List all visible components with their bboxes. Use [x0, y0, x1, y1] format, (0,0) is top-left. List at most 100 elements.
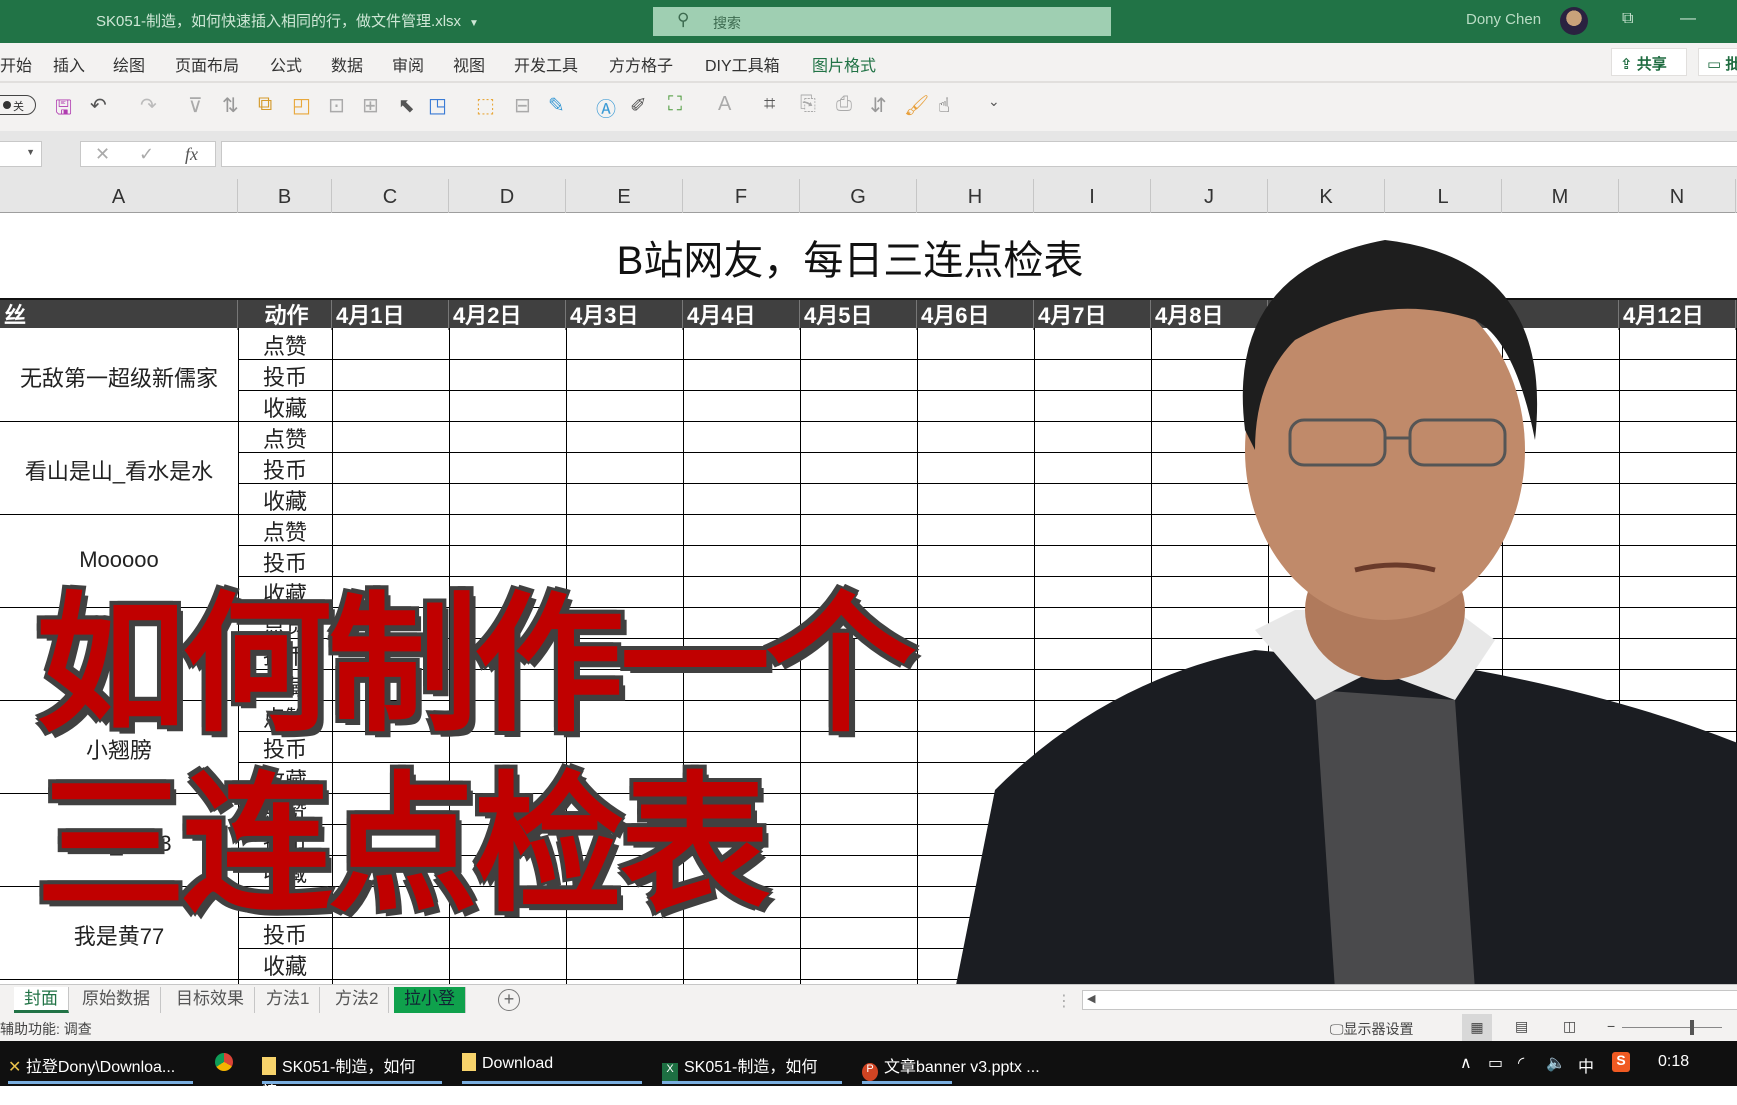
delete-row-icon[interactable]: ⊟ — [514, 93, 531, 118]
column-header[interactable]: E — [566, 179, 683, 213]
fx-icon[interactable]: fx — [185, 144, 198, 165]
group-icon[interactable]: ⧉ — [258, 93, 272, 116]
taskbar-item[interactable]: P 文章banner v3.pptx ... — [862, 1041, 1052, 1086]
zoom-out-icon[interactable]: − — [1607, 1018, 1615, 1034]
action-cell[interactable]: 收藏 — [238, 391, 332, 423]
redo-icon[interactable]: ↷ — [140, 93, 157, 118]
column-header[interactable]: G — [800, 179, 917, 213]
sheet-tab-method2[interactable]: 方法2 — [325, 987, 390, 1013]
change-picture-icon[interactable]: ⎙ — [836, 93, 852, 116]
column-header[interactable]: L — [1385, 179, 1502, 213]
wifi-icon[interactable]: ◜ — [1518, 1053, 1524, 1073]
tab-developer[interactable]: 开发工具 — [514, 52, 578, 76]
action-cell[interactable]: 收藏 — [238, 949, 332, 981]
worksheet[interactable]: B站网友，每日三连点检表 丝 动作 4月1日 4月2日 4月3日 4月4日 4月… — [0, 214, 1737, 984]
column-header[interactable]: A — [0, 179, 238, 213]
page-break-view-icon[interactable]: ◫ — [1563, 1018, 1576, 1035]
fan-name-cell[interactable]: 无敌第一超级新儒家 — [0, 361, 238, 393]
bring-forward-icon[interactable]: ◰ — [292, 93, 311, 118]
align-icon[interactable]: ⊡ — [328, 93, 345, 118]
zoom-slider[interactable] — [1622, 1027, 1722, 1028]
undo-icon[interactable]: ↶ — [90, 93, 107, 118]
textbox-icon[interactable]: Ⓐ — [596, 93, 616, 122]
tab-data[interactable]: 数据 — [331, 52, 363, 76]
share-button[interactable]: ⇪ 共享 — [1611, 48, 1687, 76]
minimize-icon[interactable]: — — [1680, 10, 1696, 28]
document-title[interactable]: SK051-制造，如何快速插入相同的行，做文件管理.xlsx ▼ — [96, 10, 479, 31]
column-header[interactable]: I — [1034, 179, 1151, 213]
selection-pane-icon[interactable]: ⬚ — [476, 93, 495, 118]
action-cell[interactable]: 点赞 — [238, 422, 332, 454]
column-header[interactable]: F — [683, 179, 800, 213]
pen-icon[interactable]: ✎ — [548, 93, 565, 118]
taskbar-item[interactable]: X SK051-制造，如何快... — [662, 1041, 842, 1104]
column-header[interactable]: K — [1268, 179, 1385, 213]
crop-icon[interactable]: ⌗ — [764, 93, 775, 116]
sheet-tab-method1[interactable]: 方法1 — [256, 987, 321, 1013]
ribbon-display-icon[interactable]: ⧉ — [1622, 10, 1633, 28]
sheet-tab-laxiaodeng[interactable]: 拉小登 — [394, 987, 466, 1013]
action-cell[interactable]: 投币 — [238, 453, 332, 485]
cancel-icon[interactable]: ✕ — [95, 144, 110, 165]
splitter-handle[interactable]: ⋮ — [1056, 991, 1072, 1011]
sheet-tab-raw-data[interactable]: 原始数据 — [72, 987, 161, 1013]
scroll-left-icon[interactable]: ◀ — [1087, 992, 1095, 1005]
sogou-icon[interactable]: S — [1612, 1052, 1630, 1072]
ime-indicator[interactable]: 中 — [1578, 1053, 1594, 1077]
taskbar-item[interactable]: Download — [462, 1041, 642, 1086]
brush-icon[interactable]: 🖌 — [904, 93, 929, 118]
page-layout-view-icon[interactable]: ▤ — [1515, 1018, 1528, 1035]
name-box[interactable]: ▼ — [0, 141, 42, 167]
battery-icon[interactable]: ▭ — [1488, 1053, 1503, 1073]
column-header[interactable]: N — [1619, 179, 1736, 213]
paste-picture-icon[interactable]: ⎘ — [800, 93, 816, 116]
column-header[interactable]: B — [238, 179, 332, 213]
comments-button[interactable]: ▭ 批 — [1698, 48, 1737, 76]
enter-icon[interactable]: ✓ — [139, 144, 154, 165]
fan-name-cell[interactable]: 看山是山_看水是水 — [0, 454, 238, 486]
clock[interactable]: 0:18 — [1658, 1053, 1689, 1071]
taskbar-item[interactable] — [215, 1041, 245, 1086]
distribute-icon[interactable]: ⊞ — [362, 93, 379, 118]
tray-chevron-icon[interactable]: ∧ — [1460, 1053, 1472, 1073]
save-icon[interactable]: 🖫 — [55, 93, 72, 127]
column-header[interactable]: D — [449, 179, 566, 213]
taskbar-item[interactable]: SK051-制造，如何快... — [262, 1041, 442, 1100]
tab-view[interactable]: 视图 — [453, 52, 485, 76]
autosave-toggle[interactable]: 关 — [0, 95, 36, 115]
tab-draw[interactable]: 绘图 — [113, 52, 145, 76]
formula-input[interactable] — [221, 141, 1737, 167]
avatar[interactable] — [1560, 7, 1588, 35]
tab-fangfang[interactable]: 方方格子 — [609, 52, 673, 76]
column-header[interactable]: J — [1151, 179, 1268, 213]
add-sheet-button[interactable]: + — [498, 989, 520, 1011]
column-header[interactable]: M — [1502, 179, 1619, 213]
clear-filter-icon[interactable]: ⊽ — [188, 93, 203, 118]
search-box[interactable]: ⚲ 搜索 — [653, 7, 1111, 36]
tab-diy-toolbox[interactable]: DIY工具箱 — [705, 52, 780, 76]
presenter-photo[interactable] — [955, 230, 1737, 984]
tab-insert[interactable]: 插入 — [53, 52, 85, 76]
sort-desc-icon[interactable]: ⇵ — [870, 93, 887, 118]
volume-icon[interactable]: 🔈 — [1546, 1053, 1566, 1073]
action-cell[interactable]: 点赞 — [238, 329, 332, 361]
user-name[interactable]: Dony Chen — [1466, 11, 1541, 28]
horizontal-scrollbar[interactable]: ◀ — [1082, 990, 1737, 1010]
sheet-tab-cover[interactable]: 封面 — [14, 987, 69, 1013]
sort-icon[interactable]: ⇅ — [222, 93, 239, 118]
column-header[interactable]: H — [917, 179, 1034, 213]
display-settings[interactable]: 🖵显示器设置 — [1330, 1019, 1414, 1039]
font-color-icon[interactable]: A — [718, 93, 731, 116]
tab-review[interactable]: 审阅 — [392, 52, 424, 76]
tab-picture-format[interactable]: 图片格式 — [812, 52, 876, 76]
tab-home[interactable]: 开始 — [0, 52, 32, 76]
normal-view-icon[interactable]: ▦ — [1462, 1014, 1492, 1041]
format-painter-icon[interactable]: ✐ — [630, 93, 647, 118]
column-header[interactable]: C — [332, 179, 449, 213]
taskbar-item[interactable]: ✕ 拉登Dony\Downloa... — [8, 1041, 193, 1086]
action-cell[interactable]: 收藏 — [238, 484, 332, 516]
touch-mode-icon[interactable]: ☝ — [938, 93, 950, 118]
accessibility-status[interactable]: 辅助功能: 调查 — [0, 1019, 92, 1039]
shapes-icon[interactable]: ◳ — [428, 93, 447, 118]
action-cell[interactable]: 投币 — [238, 360, 332, 392]
